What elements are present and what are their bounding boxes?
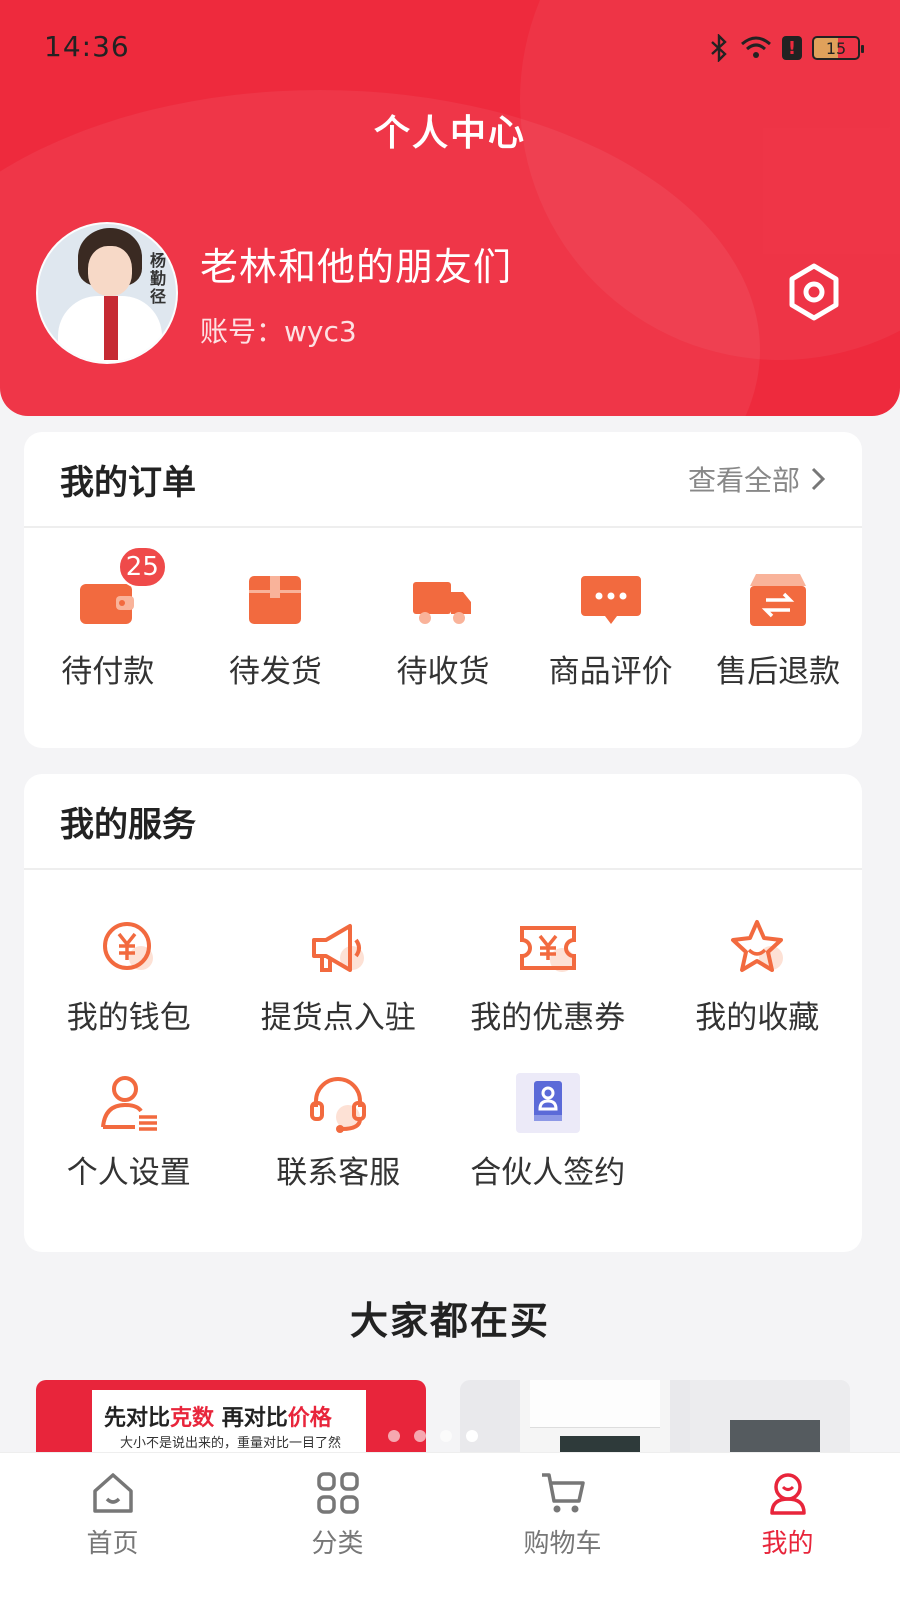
status-time: 14:36 — [44, 30, 130, 63]
view-all-orders-link[interactable]: 查看全部 — [688, 459, 826, 499]
avatar[interactable]: 杨勤径 — [36, 222, 178, 364]
refund-icon — [746, 568, 810, 632]
tab-home[interactable]: 首页 — [0, 1453, 225, 1600]
recommend-title: 大家都在买 — [349, 1299, 550, 1343]
wifi-icon — [741, 36, 771, 58]
service-favorites[interactable]: 我的收藏 — [653, 916, 863, 1037]
bluetooth-icon — [711, 34, 727, 62]
yuan-coin-icon — [102, 922, 153, 970]
order-item-review[interactable]: 商品评价 — [527, 568, 695, 691]
product-image — [690, 1380, 850, 1460]
order-label: 待付款 — [61, 654, 155, 690]
package-icon — [243, 568, 307, 632]
comment-icon — [579, 568, 643, 632]
product-card-2[interactable] — [460, 1380, 850, 1460]
order-label: 商品评价 — [548, 654, 673, 690]
tab-label: 首页 — [86, 1529, 139, 1559]
cart-icon — [541, 1473, 585, 1513]
order-label: 待收货 — [396, 654, 490, 690]
service-label: 我的优惠券 — [470, 1000, 626, 1036]
truck-icon — [411, 568, 475, 632]
product-image — [520, 1380, 670, 1460]
chevron-right-icon — [811, 467, 826, 491]
tab-label: 购物车 — [523, 1529, 602, 1559]
order-item-to-receive[interactable]: 待收货 — [359, 568, 527, 691]
headset-icon — [310, 1077, 367, 1133]
service-pickup-point[interactable]: 提货点入驻 — [234, 916, 444, 1037]
account-id: 账号：wyc3 — [200, 315, 357, 348]
carousel-dot — [414, 1430, 426, 1442]
status-icons: ! 15 — [708, 34, 864, 62]
profile-icon — [769, 1473, 806, 1515]
page-title: 个人中心 — [373, 113, 526, 154]
service-label: 个人设置 — [66, 1155, 191, 1191]
orders-title: 我的订单 — [60, 462, 196, 503]
carousel-dot-active — [466, 1430, 478, 1442]
promo-banner: 先对比克数 再对比价格 大小不是说出来的，重量对比一目了然 — [92, 1390, 366, 1460]
tab-label: 分类 — [311, 1529, 364, 1559]
service-wallet[interactable]: 我的钱包 — [24, 916, 234, 1037]
order-item-pending-payment[interactable]: 25 待付款 — [24, 546, 192, 691]
wallet-icon: 25 — [76, 546, 167, 632]
view-all-label: 查看全部 — [687, 464, 800, 497]
carousel-dot — [388, 1430, 400, 1442]
order-label: 售后退款 — [716, 654, 841, 690]
promo-subline: 大小不是说出来的，重量对比一目了然 — [120, 1436, 342, 1451]
service-label: 提货点入驻 — [260, 1000, 416, 1036]
tab-profile[interactable]: 我的 — [675, 1453, 900, 1600]
promo-headline: 先对比克数 再对比价格 — [104, 1406, 332, 1431]
orders-card-header: 我的订单 查看全部 — [24, 432, 862, 528]
category-grid-icon — [316, 1472, 359, 1514]
tab-label: 我的 — [761, 1529, 814, 1559]
services-title: 我的服务 — [60, 804, 196, 845]
service-customer-support[interactable]: 联系客服 — [234, 1071, 444, 1192]
settings-icon[interactable] — [784, 262, 844, 322]
user-settings-icon — [100, 1076, 157, 1131]
service-label: 合伙人签约 — [470, 1155, 626, 1191]
service-personal-settings[interactable]: 个人设置 — [24, 1071, 234, 1192]
service-label: 联系客服 — [276, 1155, 401, 1191]
services-grid: 我的钱包 提货点入驻 我的优惠券 我的收藏 个人设置 联系客服 合伙人签约 — [24, 870, 862, 1192]
service-partner-contract[interactable]: 合伙人签约 — [443, 1071, 653, 1192]
order-item-refund[interactable]: 售后退款 — [694, 568, 862, 691]
service-coupons[interactable]: 我的优惠券 — [443, 916, 653, 1037]
order-status-row: 25 待付款 待发货 待收货 商品评价 售后退款 — [24, 528, 862, 691]
carousel-dot — [440, 1430, 452, 1442]
orders-card: 我的订单 查看全部 25 待付款 待发货 待收货 商品评价 售后退款 — [24, 432, 862, 748]
order-label: 待发货 — [228, 654, 322, 690]
avatar-caption: 杨勤径 — [150, 251, 167, 306]
coupon-icon — [519, 926, 576, 972]
home-icon — [92, 1473, 133, 1513]
username: 老林和他的朋友们 — [200, 245, 513, 289]
carousel-indicator — [388, 1430, 478, 1442]
profile-header: 14:36 ! 15 个人中心 杨勤径 老林和他的朋友们 账号：wyc3 — [0, 0, 900, 416]
tab-cart[interactable]: 购物车 — [450, 1453, 675, 1600]
megaphone-icon — [312, 924, 365, 972]
service-label: 我的收藏 — [695, 1000, 820, 1036]
bottom-tab-bar: 首页 分类 购物车 我的 — [0, 1452, 900, 1600]
contract-book-icon — [515, 1073, 580, 1133]
service-label: 我的钱包 — [66, 1000, 191, 1036]
battery-icon: 15 — [812, 36, 864, 60]
services-card-header: 我的服务 — [24, 774, 862, 870]
services-card: 我的服务 我的钱包 提货点入驻 我的优惠券 我的收藏 个人设置 联系客服 合伙人… — [24, 774, 862, 1252]
tab-category[interactable]: 分类 — [225, 1453, 450, 1600]
alert-icon: ! — [782, 36, 802, 60]
product-card-1[interactable]: 先对比克数 再对比价格 大小不是说出来的，重量对比一目了然 — [36, 1380, 426, 1460]
star-icon — [731, 920, 784, 972]
pending-payment-badge: 25 — [117, 546, 167, 588]
order-item-to-ship[interactable]: 待发货 — [192, 568, 360, 691]
